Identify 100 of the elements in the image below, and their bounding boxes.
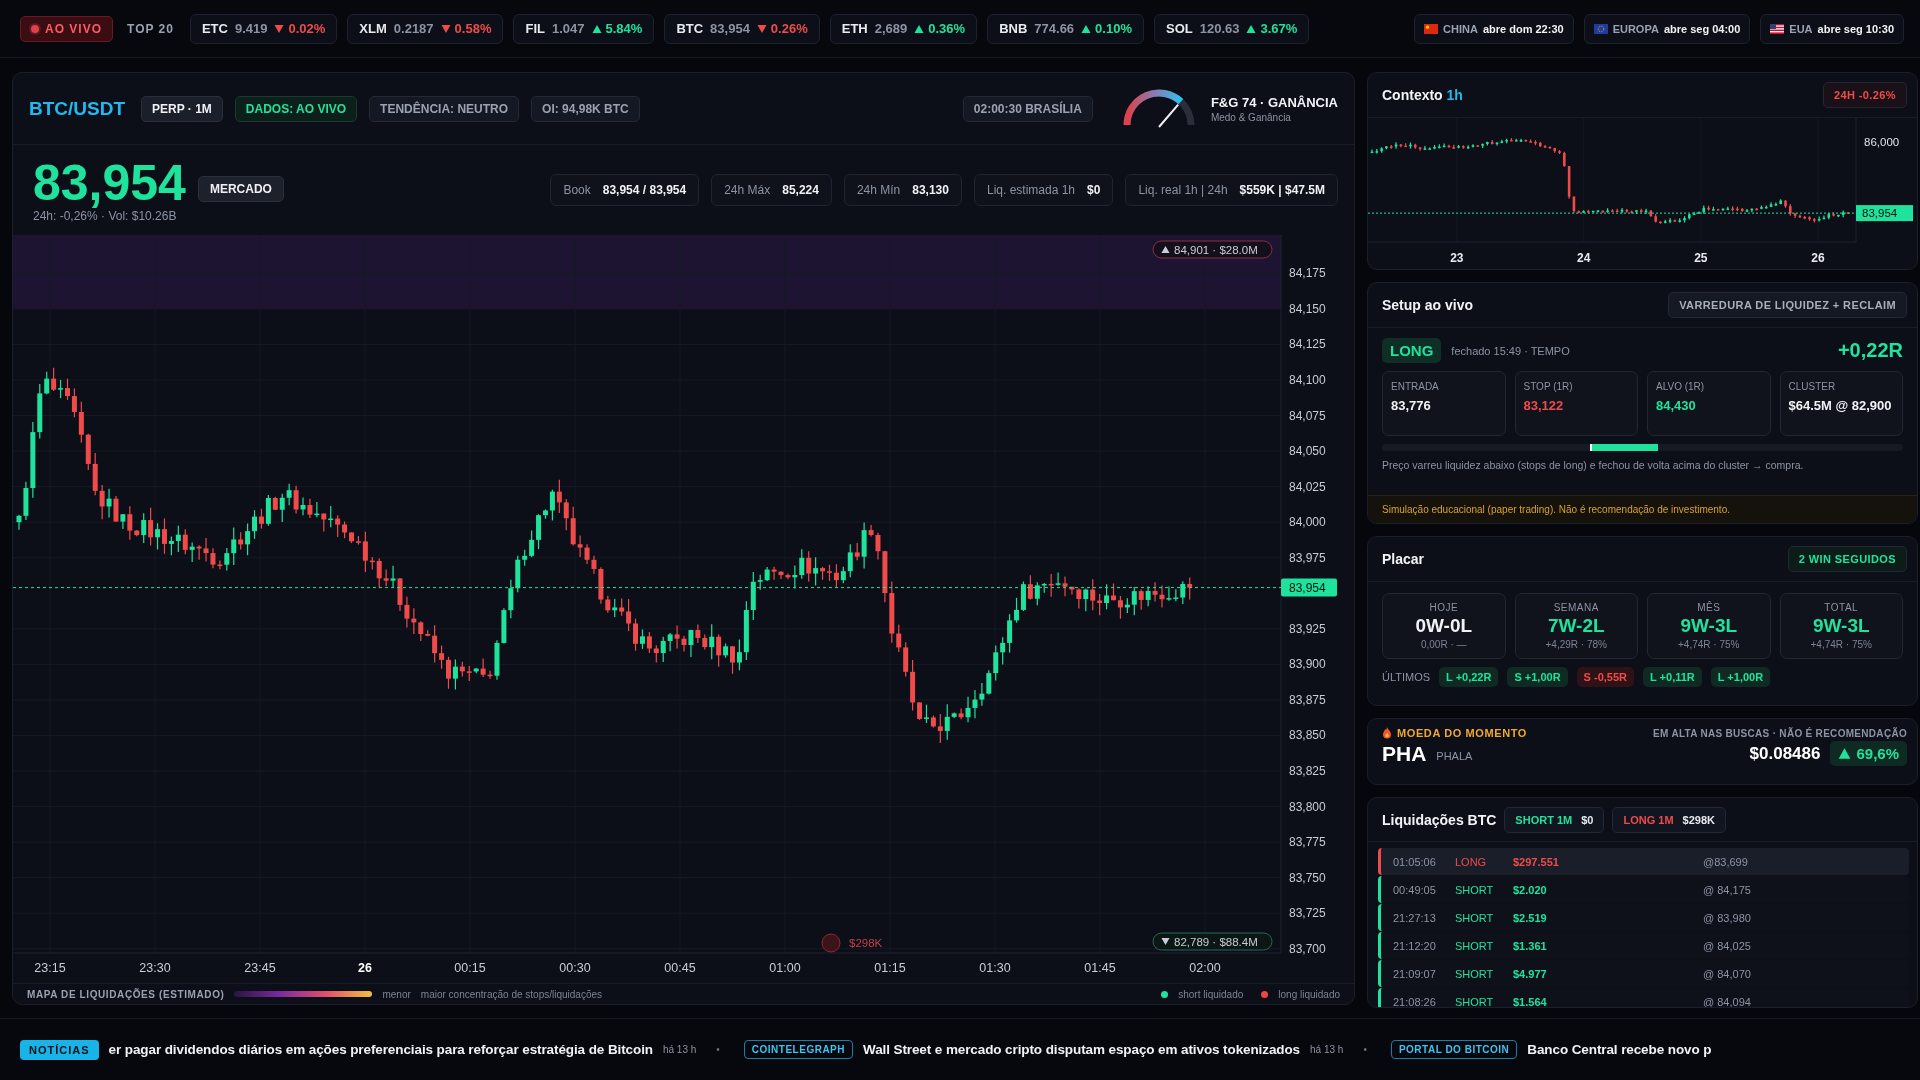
fear-greed-subtitle: Medo & Ganância — [1210, 111, 1292, 123]
marker-label: 84,901 · $28.0M — [1174, 244, 1258, 256]
news-headline[interactable]: Wall Street e mercado cripto disputam espaço em ativos tokenizados — [863, 1042, 1301, 1057]
current-price-tag: 83,954 — [1856, 205, 1913, 222]
news-age: há 13 h — [1310, 1044, 1344, 1055]
x-axis-label: 00:30 — [559, 961, 591, 975]
y-axis-label: 83,750 — [1289, 870, 1326, 885]
ticker-card[interactable]: FIL 1.047 5.84% — [513, 13, 655, 44]
ticker-price: 0.2187 — [393, 21, 434, 36]
market-name: CHINA — [1443, 22, 1478, 35]
ticker-card[interactable]: ETH 2,689 0.36% — [829, 13, 978, 44]
row-amount: $4.977 — [1513, 967, 1548, 980]
y-axis-label: 83,850 — [1289, 728, 1326, 743]
recent-label: ÚLTIMOS — [1382, 671, 1431, 683]
status-chip: TENDÊNCIA: NEUTRO — [369, 95, 520, 122]
card-title: Liquidações BTC — [1382, 811, 1497, 828]
stat-value: $559K | $47.5M — [1239, 183, 1325, 197]
legend-label: short liquidado — [1178, 988, 1244, 1000]
news-label: NOTÍCIAS — [20, 1039, 99, 1060]
market-name: EUROPA — [1612, 22, 1659, 35]
market-name: EUA — [1789, 22, 1813, 35]
y-axis-label: 84,100 — [1289, 373, 1326, 387]
ticker-symbol: ETH — [841, 21, 868, 36]
x-axis-label: 02:00 — [1189, 961, 1221, 975]
x-axis-label: 01:30 — [979, 961, 1011, 975]
y-axis-label: 84,000 — [1289, 515, 1326, 530]
x-axis-label: 25 — [1694, 251, 1708, 265]
y-axis-label: 83,775 — [1289, 835, 1326, 850]
trending-title: MOEDA DO MOMENTO — [1397, 727, 1527, 739]
stat-label: 24h Máx — [724, 183, 771, 197]
row-side: SHORT — [1455, 967, 1495, 980]
stat-value: 85,224 — [782, 183, 819, 197]
row-time: 21:27:13 — [1393, 911, 1437, 924]
setup-result: +0,22R — [1837, 339, 1903, 362]
news-source[interactable]: PORTAL DO BITCOIN — [1390, 1040, 1518, 1059]
live-label: AO VIVO — [45, 21, 102, 36]
ticker-card[interactable]: XLM 0.2187 0.58% — [347, 13, 504, 44]
trending-note: EM ALTA NAS BUSCAS · NÃO É RECOMENDAÇÃO — [1653, 727, 1907, 739]
y-axis-label: 84,125 — [1289, 337, 1326, 352]
box-value: 84,430 — [1656, 397, 1697, 415]
legend-title: MAPA DE LIQUIDAÇÕES (ESTIMADO) — [27, 988, 225, 1000]
x-axis-label: 00:15 — [454, 961, 486, 975]
ticker-symbol: SOL — [1165, 21, 1193, 36]
period-label: TOTAL — [1824, 602, 1859, 613]
liquidation-row[interactable]: 01:05:06 LONG $297.551 @83,699 — [1378, 848, 1909, 875]
market-badge: MERCADO — [197, 176, 284, 202]
side-tag: LONG — [1382, 338, 1442, 363]
period-record: 0W-0L — [1415, 615, 1473, 637]
x-axis-label: 26 — [1811, 251, 1825, 265]
news-source[interactable]: COINTELEGRAPH — [743, 1040, 853, 1059]
change-badge: 24H -0.26% — [1822, 82, 1907, 108]
box-label: ENTRADA — [1391, 381, 1440, 392]
ticker-price: 9.419 — [234, 21, 268, 36]
row-amount: $2.519 — [1513, 911, 1548, 924]
row-amount: $1.361 — [1513, 939, 1548, 952]
coin-symbol: PHA — [1382, 741, 1427, 766]
chip-value: $0 — [1581, 813, 1594, 826]
ticker-price: 2,689 — [874, 21, 908, 36]
box-label: STOP (1R) — [1523, 381, 1574, 392]
news-headline[interactable]: er pagar dividendos diários em ações preferenciais para reforçar estratégia de Bitcoin — [108, 1042, 653, 1057]
stat-value: $0 — [1087, 183, 1101, 197]
ticker-card[interactable]: ETC 9.419 0.02% — [189, 13, 338, 44]
y-axis-label: 83,800 — [1289, 799, 1326, 814]
news-headline[interactable]: Banco Central recebe novo p — [1527, 1042, 1712, 1057]
ticker-card[interactable]: BNB 774.66 0.10% — [987, 13, 1144, 44]
ticker-card[interactable]: BTC 83,954 0.26% — [664, 13, 820, 44]
period-detail: 0,00R · — — [1420, 639, 1467, 650]
period-record: 9W-3L — [1812, 615, 1870, 637]
ticker-price: 120.63 — [1199, 21, 1240, 36]
ticker-change: 0.36% — [928, 21, 966, 36]
chip-value: $298K — [1682, 813, 1715, 826]
row-price: @ 83,980 — [1703, 911, 1751, 924]
stat-label: Liq. estimada 1h — [986, 183, 1076, 197]
ticker-change: 0.10% — [1095, 21, 1132, 36]
x-axis-label: 23:30 — [139, 961, 171, 975]
y-axis-label: 84,050 — [1289, 444, 1326, 459]
y-axis-label: 84,075 — [1289, 408, 1326, 423]
x-axis-label: 23:45 — [244, 961, 276, 975]
row-price: @83,699 — [1703, 855, 1748, 868]
status-chip: OI: 94,98K BTC — [531, 95, 640, 122]
row-time: 00:49:05 — [1393, 883, 1437, 896]
row-amount: $297.551 — [1513, 855, 1560, 868]
y-axis-label: 84,175 — [1289, 266, 1326, 281]
result-chip: L +0,22R — [1439, 667, 1499, 687]
x-axis-label: 01:45 — [1084, 961, 1116, 975]
stat-value: 83,954 / 83,954 — [602, 183, 687, 197]
row-side: SHORT — [1455, 883, 1495, 896]
list-label: TOP 20 — [127, 21, 174, 36]
last-price: 83,954 — [33, 156, 186, 210]
scale-label: menor — [382, 988, 411, 1000]
streak-badge: 2 WIN SEGUIDOS — [1787, 546, 1907, 572]
y-axis-label: 83,900 — [1289, 657, 1326, 672]
y-axis-label: 83,825 — [1289, 764, 1326, 778]
x-axis-label: 23:15 — [34, 961, 66, 975]
row-time: 21:09:07 — [1393, 967, 1437, 980]
x-axis-label: 23 — [1450, 251, 1464, 265]
x-axis-label: 01:15 — [874, 961, 906, 975]
x-axis-label: 01:00 — [769, 961, 801, 975]
ticker-card[interactable]: SOL 120.63 3.67% — [1153, 13, 1310, 44]
separator-dot: • — [716, 1044, 720, 1055]
